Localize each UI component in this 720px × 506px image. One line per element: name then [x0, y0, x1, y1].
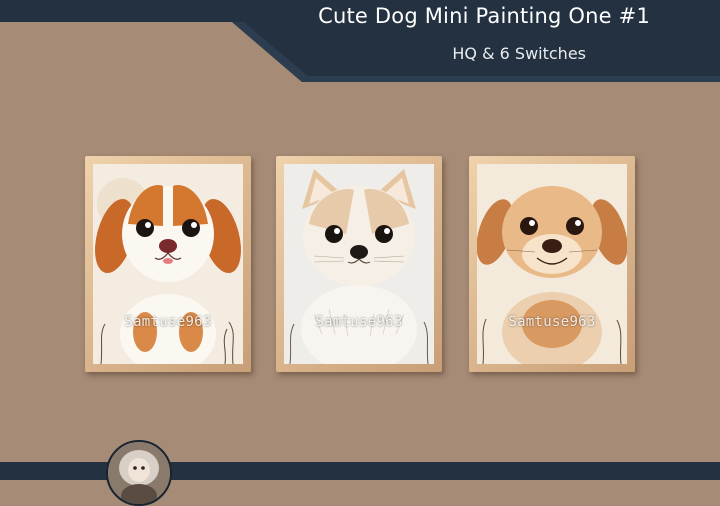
painting-canvas-2: Samtuse963 — [284, 164, 434, 364]
painting-canvas-3: Samtuse963 — [477, 164, 627, 364]
painting-frame-2[interactable]: Samtuse963 — [276, 156, 442, 372]
watermark-3: Samtuse963 — [508, 314, 596, 330]
banner-title: Cute Dog Mini Painting One #1 — [318, 4, 650, 28]
watermark-2: Samtuse963 — [315, 314, 403, 330]
banner-subtitle: HQ & 6 Switches — [452, 44, 586, 63]
watermark-1: Samtuse963 — [124, 314, 212, 330]
painting-frame-1[interactable]: Samtuse963 — [85, 156, 251, 372]
puppy-illustration-2 — [284, 164, 434, 364]
painting-frame-3[interactable]: Samtuse963 — [469, 156, 635, 372]
avatar-portrait-icon — [108, 442, 170, 504]
painting-canvas-1: Samtuse963 — [93, 164, 243, 364]
puppy-illustration-1 — [93, 164, 243, 364]
puppy-illustration-3 — [477, 164, 627, 364]
creator-avatar[interactable] — [106, 440, 172, 506]
